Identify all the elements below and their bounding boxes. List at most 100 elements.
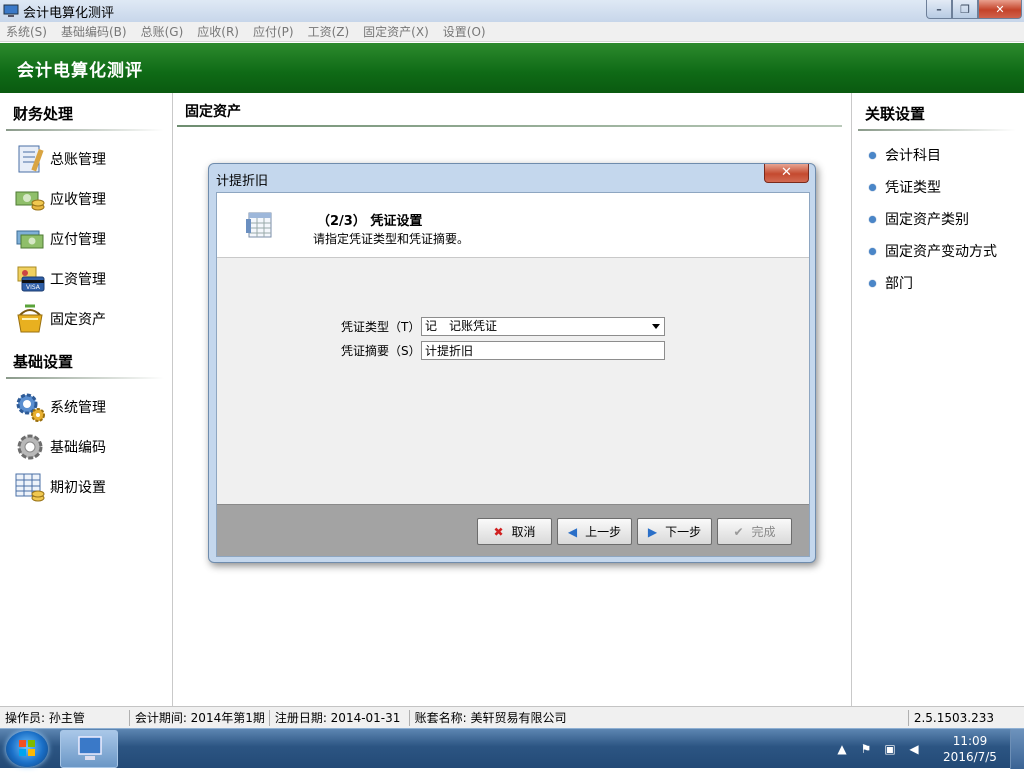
wizard-header: （2/3） 凭证设置 请指定凭证类型和凭证摘要。 — [217, 193, 809, 258]
section-divider — [6, 129, 164, 131]
network-icon[interactable]: ▣ — [882, 741, 898, 757]
related-settings-heading: 关联设置 — [865, 105, 926, 123]
summary-input[interactable] — [421, 341, 665, 360]
app-monitor-icon — [3, 4, 19, 17]
menu-basic-code[interactable]: 基础编码(B) — [61, 23, 127, 40]
nav-basic-code[interactable]: 基础编码 — [0, 427, 172, 467]
volume-muted-icon[interactable]: ◀ — [906, 741, 922, 757]
payable-icon — [16, 230, 44, 249]
status-bar: 操作员: 孙主管 会计期间: 2014年第1期 注册日期: 2014-01-31… — [0, 706, 1024, 728]
clock-date: 2016/7/5 — [943, 750, 997, 764]
link-account-subjects[interactable]: 会计科目 — [852, 139, 1024, 171]
button-label: 完成 — [751, 525, 776, 539]
dialog-body: （2/3） 凭证设置 请指定凭证类型和凭证摘要。 凭证类型（T）: 记 记账凭证… — [216, 192, 810, 557]
nav-system-management[interactable]: 系统管理 — [0, 387, 172, 427]
app-monitor-icon — [78, 736, 102, 760]
close-icon: ✕ — [781, 165, 792, 180]
content-title: 固定资产 — [185, 104, 241, 120]
nav-opening-setup[interactable]: 期初设置 — [0, 467, 172, 507]
maximize-button[interactable]: ❐ — [952, 0, 978, 19]
nav-label: 工资管理 — [50, 272, 106, 288]
nav-label: 固定资产 — [50, 312, 106, 328]
menu-receivable[interactable]: 应收(R) — [197, 23, 239, 40]
summary-row: 凭证摘要（S）: — [341, 341, 665, 360]
button-label: 下一步 — [665, 525, 702, 539]
nav-label: 应付管理 — [50, 232, 106, 248]
status-account-name: 账套名称: 美轩贸易有限公司 — [410, 709, 909, 726]
related-settings-panel: 关联设置 会计科目 凭证类型 固定资产类别 固定资产变动方式 部门 — [851, 93, 1024, 706]
window-title: 会计电算化测评 — [23, 5, 115, 21]
left-nav-panel: 财务处理 总账管理 应收管理 应付管理 VISA 工资管理 固定资产 基础设置 … — [0, 93, 173, 706]
section-divider — [858, 129, 1016, 131]
restore-icon: ❐ — [960, 2, 970, 16]
taskbar-clock[interactable]: 11:09 2016/7/5 — [930, 733, 1010, 765]
app-banner: 会计电算化测评 — [0, 43, 1024, 93]
menu-payroll[interactable]: 工资(Z) — [308, 23, 350, 40]
nav-payroll-management[interactable]: VISA 工资管理 — [0, 259, 172, 299]
link-label: 固定资产类别 — [885, 212, 969, 228]
nav-payable-management[interactable]: 应付管理 — [0, 219, 172, 259]
checkmark-icon: ✔ — [733, 524, 744, 539]
bullet-icon — [869, 279, 876, 287]
fixed-asset-icon — [17, 304, 43, 333]
base-section-heading: 基础设置 — [13, 353, 74, 371]
menu-settings[interactable]: 设置(O) — [443, 23, 486, 40]
bullet-icon — [869, 215, 876, 223]
link-voucher-types[interactable]: 凭证类型 — [852, 171, 1024, 203]
minimize-button[interactable]: – — [926, 0, 952, 19]
nav-fixed-assets[interactable]: 固定资产 — [0, 299, 172, 339]
opening-setup-icon — [15, 473, 45, 502]
menu-bar: 系统(S) 基础编码(B) 总账(G) 应收(R) 应付(P) 工资(Z) 固定… — [0, 22, 1024, 42]
close-button[interactable]: ✕ — [978, 0, 1022, 19]
svg-text:VISA: VISA — [26, 284, 41, 291]
voucher-type-select[interactable]: 记 记账凭证 — [421, 317, 665, 336]
link-label: 固定资产变动方式 — [885, 244, 997, 260]
status-operator: 操作员: 孙主管 — [0, 709, 130, 726]
window-titlebar[interactable]: 会计电算化测评 – ❐ ✕ — [0, 0, 1024, 22]
menu-general-ledger[interactable]: 总账(G) — [141, 23, 184, 40]
previous-button[interactable]: ◀ 上一步 — [557, 518, 632, 545]
taskbar-app-button[interactable] — [60, 730, 118, 768]
link-fixed-asset-categories[interactable]: 固定资产类别 — [852, 203, 1024, 235]
wizard-step-title: （2/3） 凭证设置 — [317, 214, 423, 229]
link-label: 凭证类型 — [885, 180, 941, 196]
link-fixed-asset-change-methods[interactable]: 固定资产变动方式 — [852, 235, 1024, 267]
next-button[interactable]: ▶ 下一步 — [637, 518, 712, 545]
minimize-icon: – — [936, 2, 942, 16]
voucher-type-row: 凭证类型（T）: 记 记账凭证 — [341, 317, 665, 336]
cancel-x-icon: ✖ — [493, 524, 504, 539]
content-title-divider — [177, 125, 842, 127]
receivable-icon — [15, 191, 45, 211]
menu-payable[interactable]: 应付(P) — [253, 23, 294, 40]
summary-label: 凭证摘要（S）: — [341, 344, 425, 358]
nav-label: 系统管理 — [50, 400, 106, 416]
show-hidden-icons-icon[interactable]: ▲ — [834, 741, 850, 757]
arrow-right-icon: ▶ — [647, 524, 658, 539]
link-label: 会计科目 — [885, 148, 941, 164]
payroll-icon: VISA — [17, 266, 45, 292]
nav-ledger-management[interactable]: 总账管理 — [0, 139, 172, 179]
system-gear-icon — [16, 393, 45, 422]
status-version: 2.5.1503.233 — [913, 710, 994, 725]
button-label: 上一步 — [585, 525, 622, 539]
menu-fixed-asset[interactable]: 固定资产(X) — [363, 23, 429, 40]
dialog-title: 计提折旧 — [216, 174, 269, 189]
start-button[interactable] — [6, 731, 48, 767]
bullet-icon — [869, 247, 876, 255]
show-desktop-button[interactable] — [1010, 729, 1024, 769]
nav-label: 总账管理 — [50, 152, 106, 168]
status-accounting-period: 会计期间: 2014年第1期 — [130, 709, 270, 726]
ledger-icon — [18, 145, 44, 173]
action-center-flag-icon[interactable]: ⚑ — [858, 741, 874, 757]
status-registration-date: 注册日期: 2014-01-31 — [270, 709, 410, 726]
link-departments[interactable]: 部门 — [852, 267, 1024, 299]
cancel-button[interactable]: ✖ 取消 — [477, 518, 552, 545]
link-label: 部门 — [885, 276, 913, 292]
nav-label: 基础编码 — [50, 440, 106, 456]
menu-system[interactable]: 系统(S) — [6, 23, 47, 40]
system-tray: ▲ ⚑ ▣ ◀ 11:09 2016/7/5 — [834, 729, 1024, 769]
finish-button[interactable]: ✔ 完成 — [717, 518, 792, 545]
nav-receivable-management[interactable]: 应收管理 — [0, 179, 172, 219]
finance-section-heading: 财务处理 — [13, 105, 74, 123]
dialog-close-button[interactable]: ✕ — [764, 164, 809, 183]
